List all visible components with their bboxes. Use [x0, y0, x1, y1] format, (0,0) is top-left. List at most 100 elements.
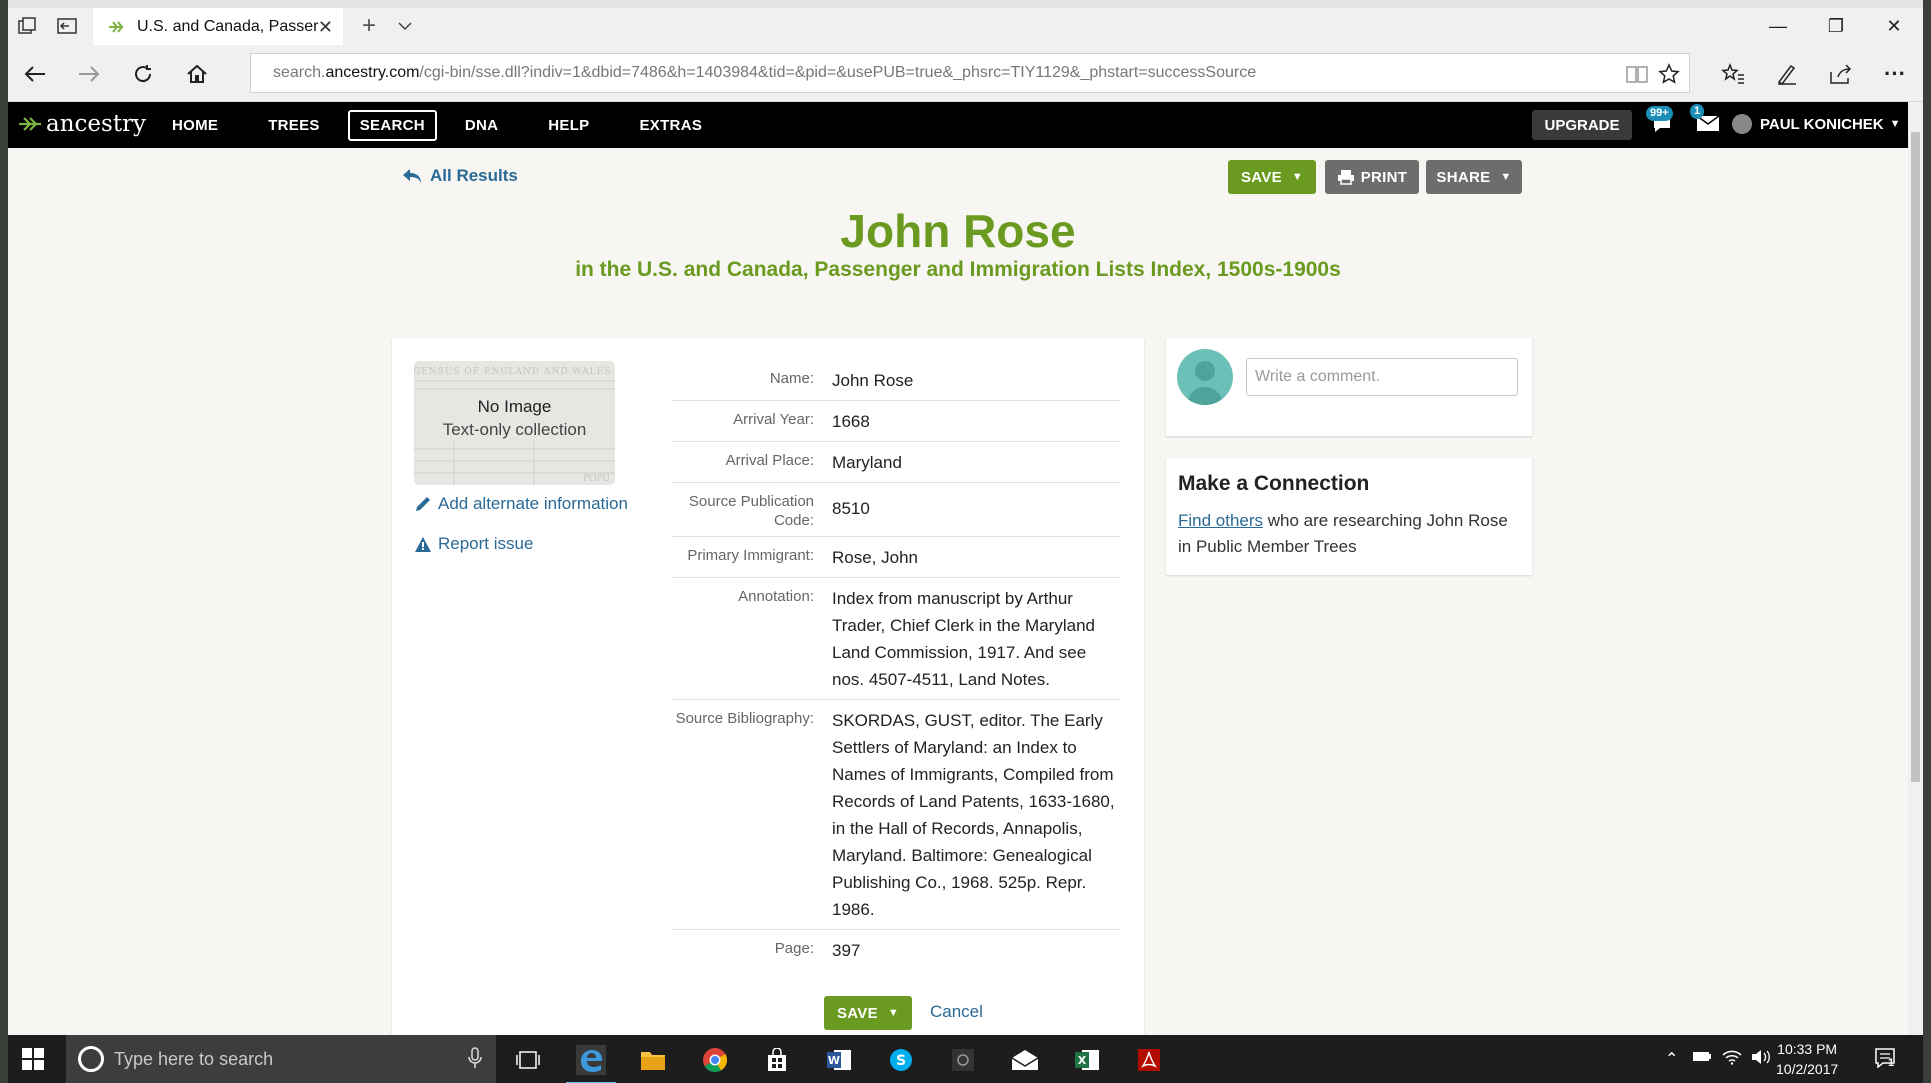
word-icon[interactable]: W — [824, 1045, 854, 1075]
forward-arrow-icon[interactable] — [74, 59, 104, 89]
nav-help[interactable]: HELP — [536, 110, 601, 141]
skype-icon[interactable]: S — [886, 1045, 916, 1075]
scrollbar-thumb[interactable] — [1911, 132, 1920, 782]
save-bottom-button[interactable]: SAVE ▼ — [824, 996, 912, 1030]
user-avatar-placeholder — [1177, 349, 1233, 405]
save-label: SAVE — [1240, 168, 1282, 186]
share-icon[interactable] — [1826, 59, 1856, 89]
home-icon[interactable] — [182, 59, 212, 89]
svg-text:POPU: POPU — [583, 474, 610, 484]
action-center-badge: 1 — [1888, 1057, 1895, 1069]
file-explorer-icon[interactable] — [638, 1045, 668, 1075]
field-label: Source Publication Code: — [688, 493, 814, 529]
mail-icon[interactable] — [1010, 1045, 1040, 1075]
taskbar-search-placeholder: Type here to search — [114, 1048, 274, 1069]
text-only-label: Text-only collection — [442, 420, 587, 439]
action-center-icon[interactable]: 1 — [1874, 1047, 1896, 1069]
reading-view-icon[interactable] — [1625, 62, 1649, 86]
add-alternate-info-link[interactable]: Add alternate information — [414, 494, 628, 514]
more-ellipsis-icon[interactable]: ··· — [1880, 59, 1910, 89]
minimize-icon[interactable]: — — [1749, 8, 1807, 45]
all-results-link[interactable]: All Results — [402, 166, 518, 186]
show-hidden-icons-chevron-icon[interactable]: ⌃ — [1665, 1049, 1678, 1069]
messages-icon[interactable]: 1 — [1690, 104, 1722, 138]
wifi-icon[interactable] — [1722, 1049, 1742, 1065]
tab-manager-icon[interactable] — [16, 15, 38, 37]
comment-input[interactable] — [1246, 358, 1518, 396]
print-label: PRINT — [1360, 168, 1408, 186]
ancestry-logo[interactable]: ancestry — [18, 111, 146, 137]
acrobat-icon[interactable] — [1134, 1045, 1164, 1075]
nav-extras[interactable]: EXTRAS — [627, 110, 714, 141]
print-button[interactable]: PRINT — [1325, 160, 1419, 194]
collection-subtitle[interactable]: in the U.S. and Canada, Passenger and Im… — [8, 258, 1908, 282]
close-window-icon[interactable]: ✕ — [1865, 8, 1923, 45]
save-button[interactable]: SAVE ▼ — [1228, 160, 1316, 194]
share-button[interactable]: SHARE ▼ — [1426, 160, 1522, 194]
svg-text:S: S — [896, 1053, 906, 1069]
tab-preview-chevron-icon[interactable] — [394, 15, 416, 37]
new-tab-icon[interactable]: + — [358, 12, 380, 39]
share-label: SHARE — [1436, 168, 1491, 186]
browser-tab-strip: U.S. and Canada, Passer ✕ + — ❐ ✕ — [8, 0, 1923, 45]
svg-text:W: W — [828, 1054, 840, 1067]
url-domain: ancestry.com — [325, 64, 420, 81]
microphone-icon[interactable] — [468, 1047, 482, 1069]
excel-icon[interactable]: X — [1072, 1045, 1102, 1075]
set-tabs-aside-icon[interactable] — [56, 15, 78, 37]
chevron-down-icon: ▼ — [887, 1007, 900, 1019]
make-connection-card: Make a Connection Find others who are re… — [1166, 458, 1532, 575]
notifications-icon[interactable]: 99+ — [1646, 106, 1676, 138]
restore-icon[interactable]: ❐ — [1807, 8, 1865, 45]
field-value: Index from manuscript by Arthur Trader, … — [832, 589, 1095, 689]
find-others-link[interactable]: Find others — [1178, 511, 1263, 530]
taskbar-clock[interactable]: 10:33 PM 10/2/2017 — [1776, 1039, 1838, 1079]
web-note-pen-icon[interactable] — [1772, 59, 1802, 89]
comment-card — [1166, 338, 1532, 436]
messages-badge: 1 — [1690, 104, 1705, 119]
media-app-icon[interactable] — [948, 1045, 978, 1075]
logo-text: ancestry — [46, 111, 147, 137]
task-view-icon[interactable] — [513, 1045, 543, 1075]
battery-icon[interactable] — [1692, 1049, 1712, 1063]
field-value: 8510 — [832, 499, 870, 518]
page-content: All Results SAVE ▼ PRINT SHARE ▼ John Rose… — [8, 148, 1908, 1035]
user-menu[interactable]: PAUL KONICHEK ▼ — [1732, 114, 1901, 134]
nav-trees[interactable]: TREES — [256, 110, 332, 141]
cancel-link[interactable]: Cancel — [930, 1002, 983, 1022]
ancestry-leaf-icon — [18, 114, 42, 134]
record-fields-table: Name: John Rose Arrival Year: 1668 Arriv… — [672, 360, 1120, 970]
report-label: Report issue — [438, 534, 534, 553]
field-label: Page: — [774, 940, 814, 957]
pencil-icon — [416, 497, 430, 511]
main-nav: HOME TREES SEARCH DNA HELP EXTRAS — [170, 102, 740, 148]
close-tab-icon[interactable]: ✕ — [318, 17, 333, 38]
nav-dna[interactable]: DNA — [453, 110, 510, 141]
store-icon[interactable] — [762, 1045, 792, 1075]
taskbar-search-box[interactable]: Type here to search — [66, 1035, 496, 1083]
refresh-icon[interactable] — [128, 59, 158, 89]
reply-arrow-icon — [403, 169, 421, 183]
page-scrollbar[interactable] — [1908, 102, 1923, 1035]
clock-date: 10/2/2017 — [1776, 1061, 1839, 1077]
back-arrow-icon[interactable] — [20, 59, 50, 89]
upgrade-button[interactable]: UPGRADE — [1532, 110, 1632, 140]
nav-search[interactable]: SEARCH — [347, 109, 437, 141]
record-image-placeholder: GENSUS OF ENGLAND AND WALES. POPU No Ima… — [414, 361, 615, 485]
favorite-star-icon[interactable] — [1657, 62, 1681, 86]
edge-browser-icon[interactable] — [566, 1045, 616, 1083]
field-value: John Rose — [832, 371, 914, 390]
chrome-icon[interactable] — [700, 1045, 730, 1075]
volume-icon[interactable] — [1751, 1049, 1771, 1065]
chevron-down-icon: ▼ — [1291, 171, 1304, 183]
windows-start-icon[interactable] — [22, 1048, 44, 1070]
user-name: PAUL KONICHEK — [1760, 115, 1884, 133]
nav-home[interactable]: HOME — [170, 110, 230, 141]
favorites-hub-icon[interactable] — [1718, 59, 1748, 89]
tab-ancestry[interactable]: U.S. and Canada, Passer ✕ — [93, 8, 343, 45]
address-bar[interactable]: search. ancestry.com/cgi-bin/sse.dll?indi… — [250, 53, 1690, 93]
report-issue-link[interactable]: Report issue — [414, 534, 533, 554]
field-label: Name: — [769, 370, 814, 387]
field-label: Primary Immigrant: — [687, 547, 814, 564]
field-value: SKORDAS, GUST, editor. The Early Settler… — [832, 711, 1115, 919]
